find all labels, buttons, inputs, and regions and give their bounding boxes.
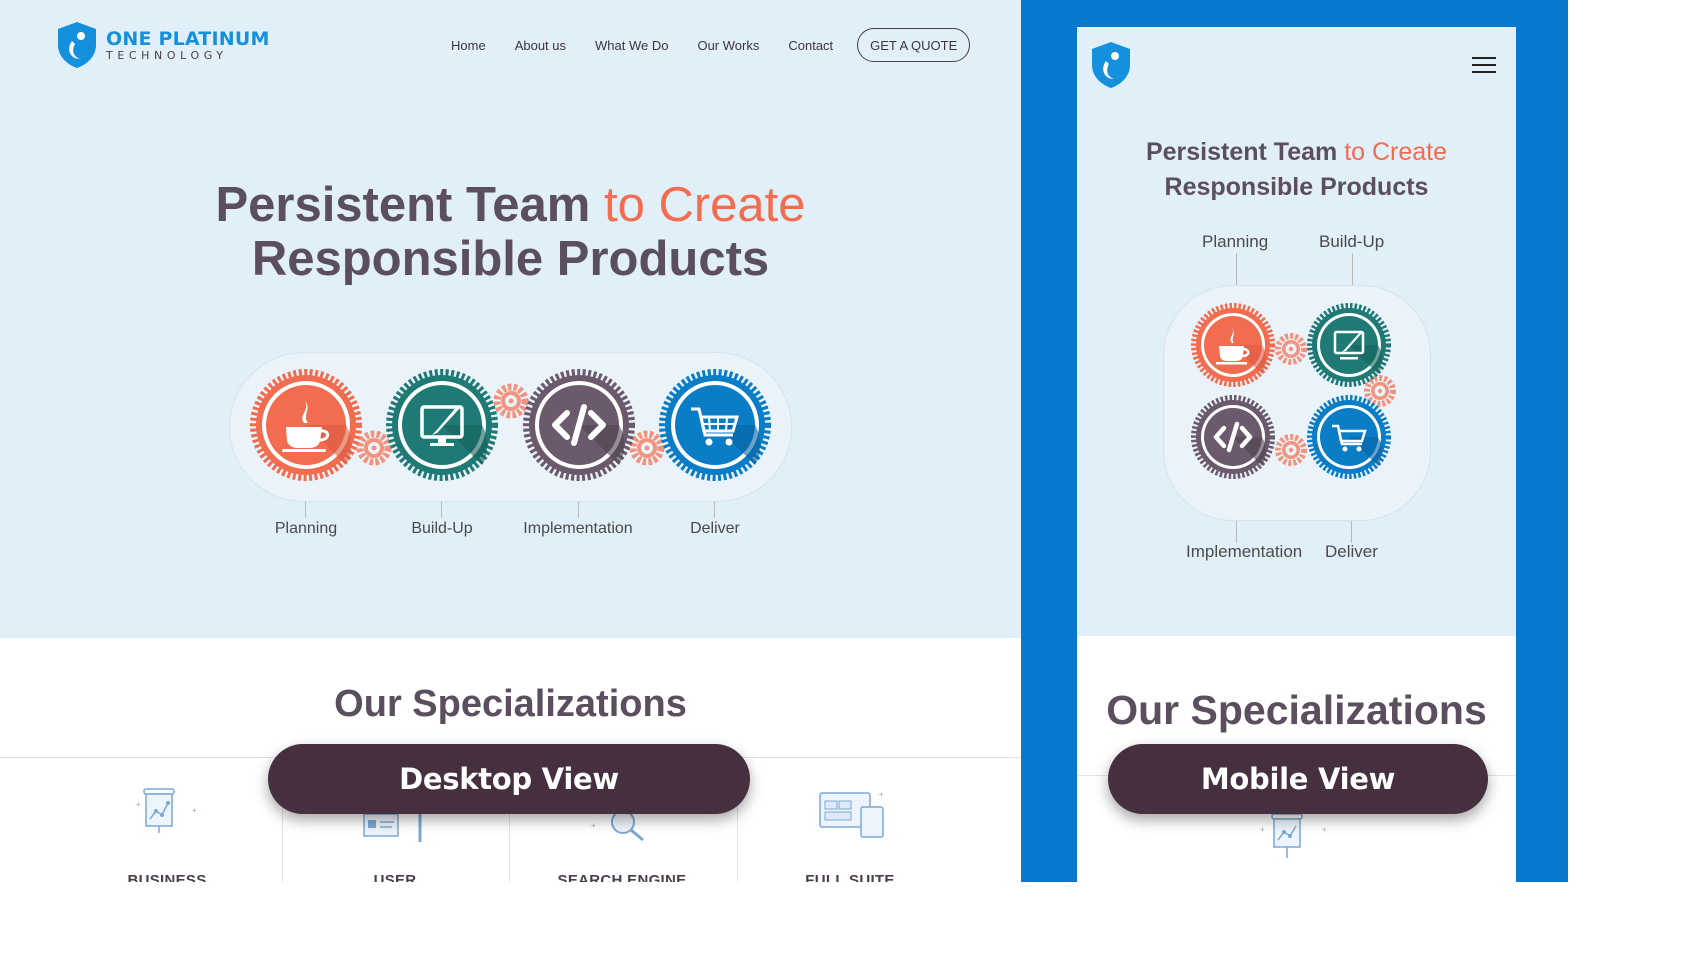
process-gears-graphic (250, 369, 771, 481)
connector-gear (360, 434, 388, 462)
nav-home[interactable]: Home (451, 38, 486, 53)
hero-title-line2: Responsible Products (251, 232, 770, 286)
mobile-specializations-heading: Our Specializations (1106, 687, 1487, 733)
full-suite-devices-icon: + (819, 790, 884, 838)
step-label-implementation: Implementation (523, 520, 633, 537)
buildup-gear-icon (386, 369, 498, 481)
desktop-view-label: Desktop View (268, 744, 750, 814)
mobile-view-label: Mobile View (1108, 744, 1488, 814)
shield-logo-icon (58, 22, 96, 68)
brand-name-bottom: TECHNOLOGY (106, 48, 228, 62)
mobile-hero-section: Persistent Team to Create Responsible Pr… (1077, 27, 1516, 636)
implementation-gear-icon (1191, 395, 1275, 479)
planning-gear-icon (250, 369, 362, 481)
presentation-chart-icon: ++ (136, 788, 197, 833)
mobile-process-gears-panel (1163, 285, 1431, 521)
presentation-chart-icon: ++ (1260, 813, 1327, 858)
mobile-step-label-implementation: Implementation (1186, 542, 1303, 561)
process-gears-panel (229, 352, 792, 502)
mobile-step-label-planning: Planning (1202, 232, 1269, 251)
connector-gear (1367, 378, 1393, 404)
hero-title-accent: to Create (603, 178, 806, 232)
hamburger-menu-icon[interactable] (1472, 57, 1496, 75)
hero-title: Persistent Team to Create Responsible Pr… (0, 178, 1021, 286)
implementation-gear-icon (523, 369, 635, 481)
mobile-hero-title-line2: Responsible Products (1164, 173, 1429, 201)
brand-logo[interactable]: ONE PLATINUM TECHNOLOGY (56, 21, 270, 69)
nav-what-we-do[interactable]: What We Do (595, 38, 668, 53)
step-label-deliver: Deliver (690, 520, 740, 537)
main-nav: Home About us What We Do Our Works Conta… (451, 28, 971, 62)
mobile-hero-title-accent: to Create (1344, 138, 1448, 166)
card-title-business: BUSINESS (127, 872, 207, 882)
specializations-heading: Our Specializations (334, 683, 687, 725)
nav-about-us[interactable]: About us (515, 38, 566, 53)
svg-text:+: + (879, 790, 884, 799)
connector-gear (633, 434, 661, 462)
step-label-planning: Planning (274, 520, 338, 537)
connector-gear (497, 387, 525, 415)
step-label-build-up: Build-Up (411, 520, 473, 537)
connector-gear (1278, 336, 1304, 362)
mobile-step-label-deliver: Deliver (1325, 542, 1378, 561)
svg-text:+: + (136, 800, 141, 809)
svg-text:+: + (192, 806, 197, 815)
svg-text:+: + (1322, 825, 1327, 834)
shield-logo-icon[interactable] (1090, 41, 1132, 89)
buildup-gear-icon (1307, 303, 1391, 387)
mobile-hero-title: Persistent Team to Create Responsible Pr… (1077, 135, 1516, 205)
svg-text:+: + (591, 821, 596, 830)
connector-gear (1278, 437, 1304, 463)
card-title-search-engine: SEARCH ENGINE (557, 872, 687, 882)
nav-our-works[interactable]: Our Works (697, 38, 759, 53)
deliver-gear-icon (1307, 395, 1391, 479)
mobile-process-gears-graphic (1191, 303, 1432, 479)
card-title-full-suite: FULL SUITE (805, 872, 895, 882)
planning-gear-icon (1191, 303, 1275, 387)
deliver-gear-icon (659, 369, 771, 481)
card-title-user: USER (373, 872, 417, 882)
get-a-quote-button[interactable]: GET A QUOTE (857, 28, 971, 62)
mobile-hero-title-main: Persistent Team (1145, 138, 1338, 166)
brand-name-top: ONE PLATINUM (106, 27, 270, 50)
desktop-hero-section: ONE PLATINUM TECHNOLOGY Home About us Wh… (0, 0, 1021, 638)
mobile-step-label-build-up: Build-Up (1319, 232, 1385, 251)
nav-contact[interactable]: Contact (788, 38, 833, 53)
svg-text:+: + (1260, 825, 1265, 834)
hero-title-main: Persistent Team (215, 178, 591, 232)
